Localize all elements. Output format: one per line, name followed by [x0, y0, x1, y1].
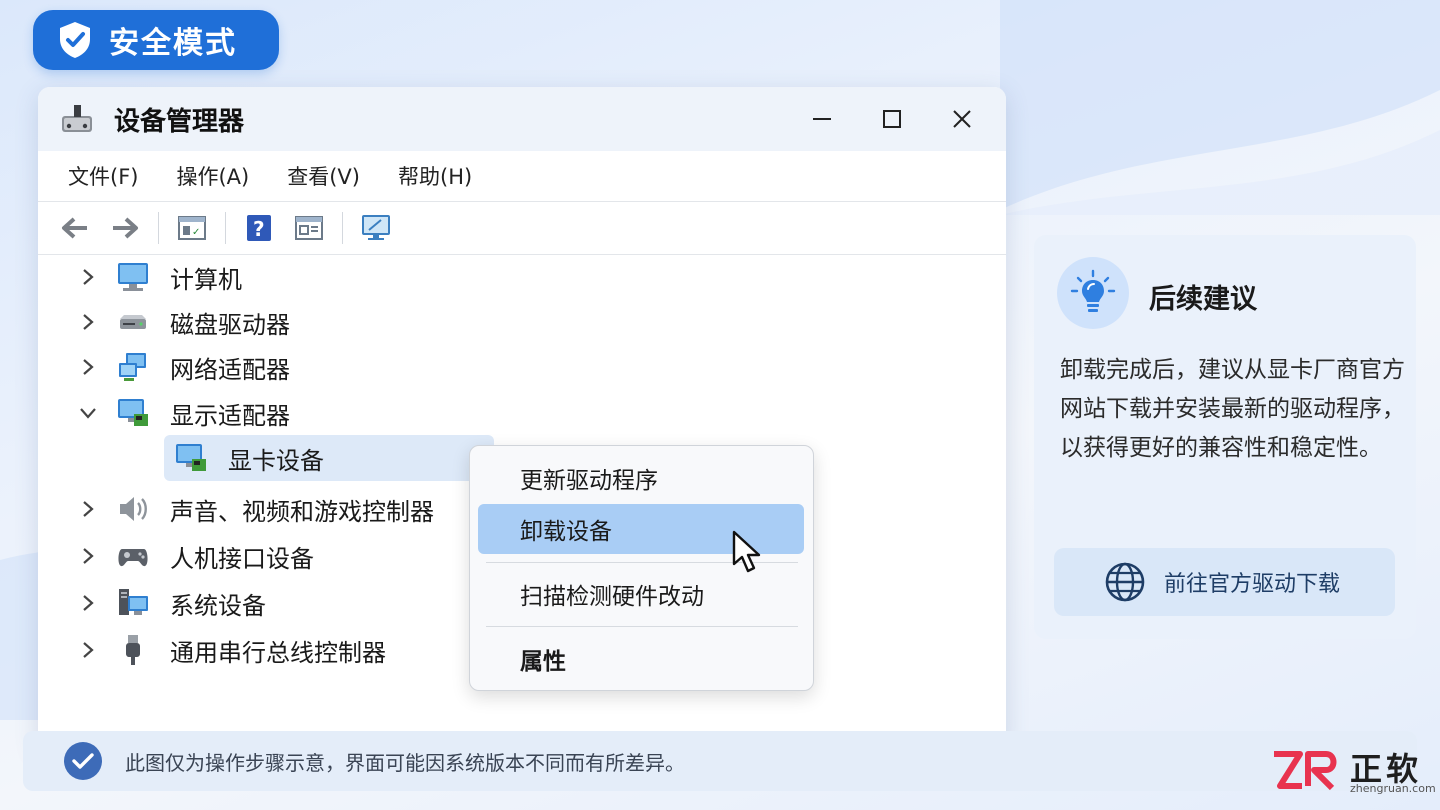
properties-button[interactable]: ✓	[175, 211, 209, 245]
gamepad-icon	[118, 549, 148, 567]
context-menu: 更新驱动程序 卸载设备 扫描检测硬件改动 属性	[469, 445, 814, 691]
menu-item-scan-hardware[interactable]: 扫描检测硬件改动	[478, 569, 804, 619]
window-title: 设备管理器	[114, 106, 245, 137]
tree-item-label: 系统设备	[170, 591, 266, 620]
menu-bar: 文件(F) 操作(A) 查看(V) 帮助(H)	[38, 151, 1006, 202]
help-button[interactable]: ?	[242, 211, 276, 245]
tree-item-hid[interactable]: 人机接口设备	[78, 533, 314, 579]
maximize-icon	[883, 110, 901, 128]
brand-logo: 正软 zhengruan.com	[1270, 748, 1436, 798]
menu-action[interactable]: 操作(A)	[176, 161, 249, 191]
menu-separator	[486, 626, 798, 627]
close-button[interactable]	[944, 103, 980, 135]
zr-logo-icon	[1274, 751, 1337, 791]
toolbar: ✓ ?	[38, 202, 1006, 255]
scan-hardware-button[interactable]	[359, 211, 393, 245]
download-button-label: 前往官方驱动下载	[1164, 572, 1341, 597]
arrow-right-icon	[113, 217, 138, 239]
maximize-button[interactable]	[874, 103, 910, 135]
chevron-right-icon	[83, 501, 94, 517]
minimize-icon	[813, 118, 831, 120]
minimize-button[interactable]	[804, 103, 840, 135]
footer-note-bar: 此图仅为操作步骤示意，界面可能因系统版本不同而有所差异。	[23, 731, 1417, 791]
system-device-icon	[119, 589, 148, 615]
view-button[interactable]	[292, 211, 326, 245]
mouse-cursor-icon	[732, 530, 761, 573]
suggestion-card: 后续建议 卸载完成后，建议从显卡厂商官方网站下载并安装最新的驱动程序，以获得更好…	[1034, 235, 1416, 639]
chevron-right-icon	[83, 595, 94, 611]
tree-item-usb-controllers[interactable]: 通用串行总线控制器	[78, 627, 386, 673]
disk-drive-icon	[120, 315, 146, 329]
view-window-icon	[295, 216, 323, 240]
suggestion-title: 后续建议	[1149, 284, 1257, 315]
menu-item-update-driver[interactable]: 更新驱动程序	[478, 453, 804, 503]
menu-item-properties[interactable]: 属性	[478, 634, 804, 684]
toolbar-separator	[158, 212, 159, 244]
tree-item-label: 显示适配器	[170, 401, 290, 430]
chevron-right-icon	[83, 642, 94, 658]
tree-item-graphics-device[interactable]: 显卡设备	[164, 435, 494, 481]
brand-url: zhengruan.com	[1350, 782, 1436, 795]
toolbar-separator	[225, 212, 226, 244]
close-icon	[953, 110, 971, 128]
menu-view[interactable]: 查看(V)	[287, 161, 360, 191]
tree-item-label: 显卡设备	[228, 446, 324, 475]
globe-icon	[1105, 562, 1145, 602]
back-button[interactable]	[58, 211, 92, 245]
tree-item-label: 通用串行总线控制器	[170, 638, 386, 667]
properties-icon: ✓	[178, 216, 206, 240]
tree-item-sound-video-game[interactable]: 声音、视频和游戏控制器	[78, 486, 434, 532]
tree-item-system-devices[interactable]: 系统设备	[78, 580, 266, 626]
menu-file[interactable]: 文件(F)	[68, 161, 138, 191]
tree-item-label: 磁盘驱动器	[170, 310, 290, 339]
check-circle-icon	[64, 742, 102, 780]
device-manager-icon	[62, 105, 92, 132]
chevron-down-icon	[80, 408, 96, 419]
computer-icon	[118, 263, 148, 291]
safe-mode-label: 安全模式	[109, 26, 237, 61]
tree-item-display-adapters[interactable]: 显示适配器	[78, 390, 290, 436]
tree-item-label: 网络适配器	[170, 355, 290, 384]
arrow-left-icon	[62, 217, 87, 239]
usb-icon	[126, 635, 140, 665]
svg-text:?: ?	[253, 217, 265, 241]
menu-help[interactable]: 帮助(H)	[398, 161, 472, 191]
lightbulb-icon	[1070, 269, 1116, 312]
chevron-right-icon	[83, 269, 94, 285]
help-icon: ?	[247, 215, 271, 241]
chevron-right-icon	[83, 314, 94, 330]
title-bar: 设备管理器	[38, 87, 1006, 151]
shield-check-icon	[60, 22, 90, 58]
tree-item-network-adapters[interactable]: 网络适配器	[78, 344, 290, 390]
network-adapter-icon	[119, 353, 146, 381]
footer-note-text: 此图仅为操作步骤示意，界面可能因系统版本不同而有所差异。	[125, 750, 685, 775]
tree-item-computer[interactable]: 计算机	[78, 254, 242, 300]
tree-item-label: 计算机	[170, 265, 242, 294]
tree-item-disk-drives[interactable]: 磁盘驱动器	[78, 299, 290, 345]
chevron-right-icon	[83, 548, 94, 564]
toolbar-separator	[342, 212, 343, 244]
safe-mode-badge: 安全模式	[33, 10, 279, 70]
forward-button[interactable]	[108, 211, 142, 245]
tree-item-label: 声音、视频和游戏控制器	[170, 497, 434, 526]
graphics-card-icon	[176, 444, 206, 471]
monitor-scan-icon	[362, 215, 390, 240]
speaker-icon	[120, 497, 147, 521]
svg-text:✓: ✓	[192, 227, 200, 238]
chevron-right-icon	[83, 359, 94, 375]
display-adapter-icon	[118, 399, 148, 426]
lightbulb-badge	[1057, 257, 1129, 329]
suggestion-text: 卸载完成后，建议从显卡厂商官方网站下载并安装最新的驱动程序，以获得更好的兼容性和…	[1060, 357, 1405, 461]
tree-item-label: 人机接口设备	[170, 544, 314, 573]
official-driver-download-button[interactable]: 前往官方驱动下载	[1054, 548, 1395, 616]
